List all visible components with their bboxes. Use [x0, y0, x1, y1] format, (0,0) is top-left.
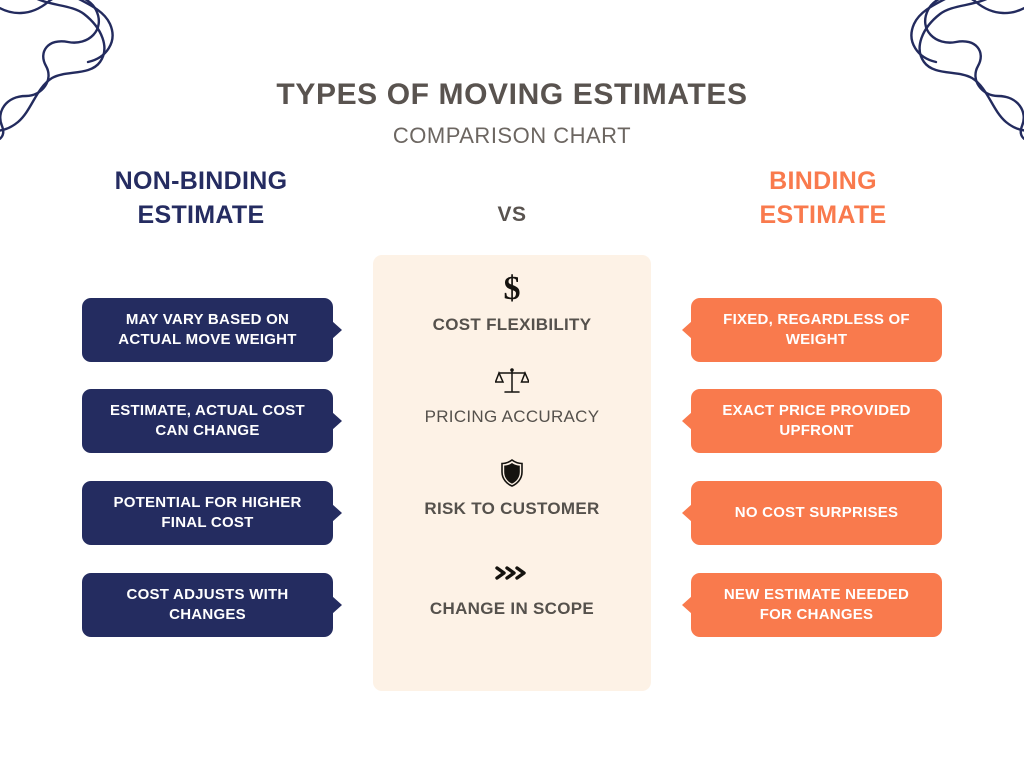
header: TYPES OF MOVING ESTIMATES COMPARISON CHA… [0, 78, 1024, 149]
binding-item-3: NO COST SURPRISES [691, 481, 942, 545]
shield-icon [373, 456, 651, 490]
column-heading-binding-line2: ESTIMATE [759, 201, 887, 229]
infographic-canvas: TYPES OF MOVING ESTIMATES COMPARISON CHA… [0, 0, 1024, 768]
page-subtitle: COMPARISON CHART [392, 123, 632, 148]
criterion-label-change-in-scope: CHANGE IN SCOPE [429, 599, 595, 618]
non-binding-item-3: POTENTIAL FOR HIGHER FINAL COST [82, 481, 333, 545]
binding-item-1: FIXED, REGARDLESS OF WEIGHT [691, 298, 942, 362]
non-binding-item-4: COST ADJUSTS WITH CHANGES [82, 573, 333, 637]
page-title: TYPES OF MOVING ESTIMATES [276, 78, 748, 111]
non-binding-item-1: MAY VARY BASED ON ACTUAL MOVE WEIGHT [82, 298, 333, 362]
criterion-label-risk-to-customer: RISK TO CUSTOMER [424, 499, 600, 518]
vs-label: VS [497, 203, 527, 226]
criterion-label-pricing-accuracy: PRICING ACCURACY [424, 407, 600, 426]
column-heading-non-binding-line2: ESTIMATE [137, 201, 265, 229]
criterion-row-cost-flexibility: $ COST FLEXIBILITY [373, 272, 651, 335]
non-binding-item-2: ESTIMATE, ACTUAL COST CAN CHANGE [82, 389, 333, 453]
balance-scales-icon [373, 364, 651, 398]
binding-item-2: EXACT PRICE PROVIDED UPFRONT [691, 389, 942, 453]
column-heading-non-binding-line1: NON-BINDING [114, 167, 288, 195]
triple-chevron-right-icon [373, 556, 651, 590]
column-heading-non-binding: NON-BINDING ESTIMATE [62, 164, 340, 232]
criterion-row-risk-to-customer: RISK TO CUSTOMER [373, 456, 651, 519]
column-heading-binding-line1: BINDING [769, 167, 877, 195]
criterion-row-change-in-scope: CHANGE IN SCOPE [373, 556, 651, 619]
column-heading-binding: BINDING ESTIMATE [684, 164, 962, 232]
dollar-sign-icon: $ [503, 270, 521, 307]
criterion-row-pricing-accuracy: PRICING ACCURACY [373, 364, 651, 427]
criterion-label-cost-flexibility: COST FLEXIBILITY [432, 315, 592, 334]
binding-item-4: NEW ESTIMATE NEEDED FOR CHANGES [691, 573, 942, 637]
